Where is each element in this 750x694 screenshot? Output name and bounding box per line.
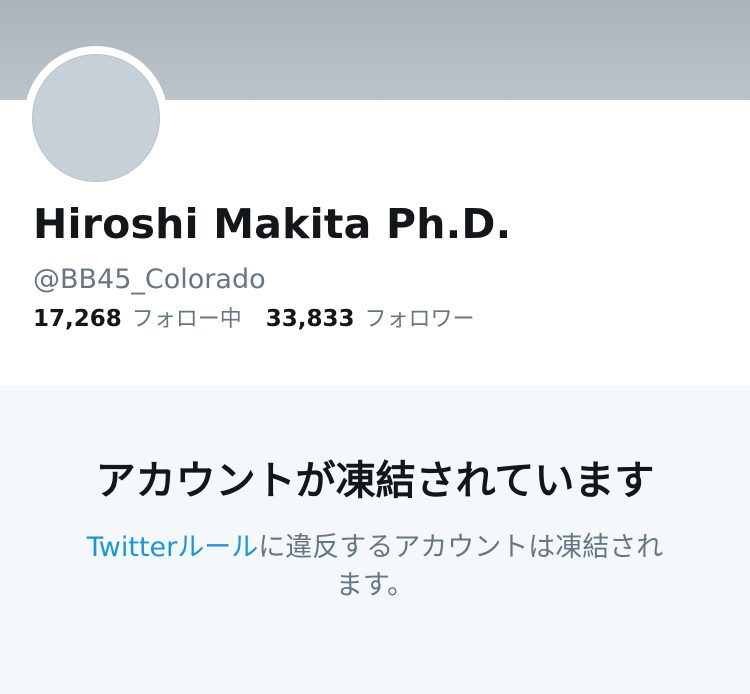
followers-stat[interactable]: 33,833 フォロワー [266, 308, 475, 331]
avatar-frame [24, 46, 168, 190]
suspension-message: Twitterルールに違反するアカウントは凍結されます。 [75, 529, 675, 605]
following-count: 17,268 [33, 306, 122, 332]
display-name: Hiroshi Makita Ph.D. [33, 200, 512, 248]
following-label: フォロー中 [131, 307, 242, 332]
followers-label: フォロワー [364, 307, 475, 332]
profile-stats: 17,268 フォロー中 33,833 フォロワー [33, 308, 499, 331]
followers-count: 33,833 [265, 306, 355, 332]
suspension-title: アカウントが凍結されています [95, 458, 655, 504]
following-stat[interactable]: 17,268 フォロー中 [33, 308, 242, 331]
suspension-notice: アカウントが凍結されています Twitterルールに違反するアカウントは凍結され… [0, 385, 750, 694]
user-handle: @BB45_Colorado [33, 264, 266, 295]
twitter-rules-link[interactable]: Twitterルール [87, 532, 259, 563]
avatar[interactable] [32, 54, 160, 182]
suspension-body-text: に違反するアカウントは凍結されます。 [258, 532, 664, 601]
